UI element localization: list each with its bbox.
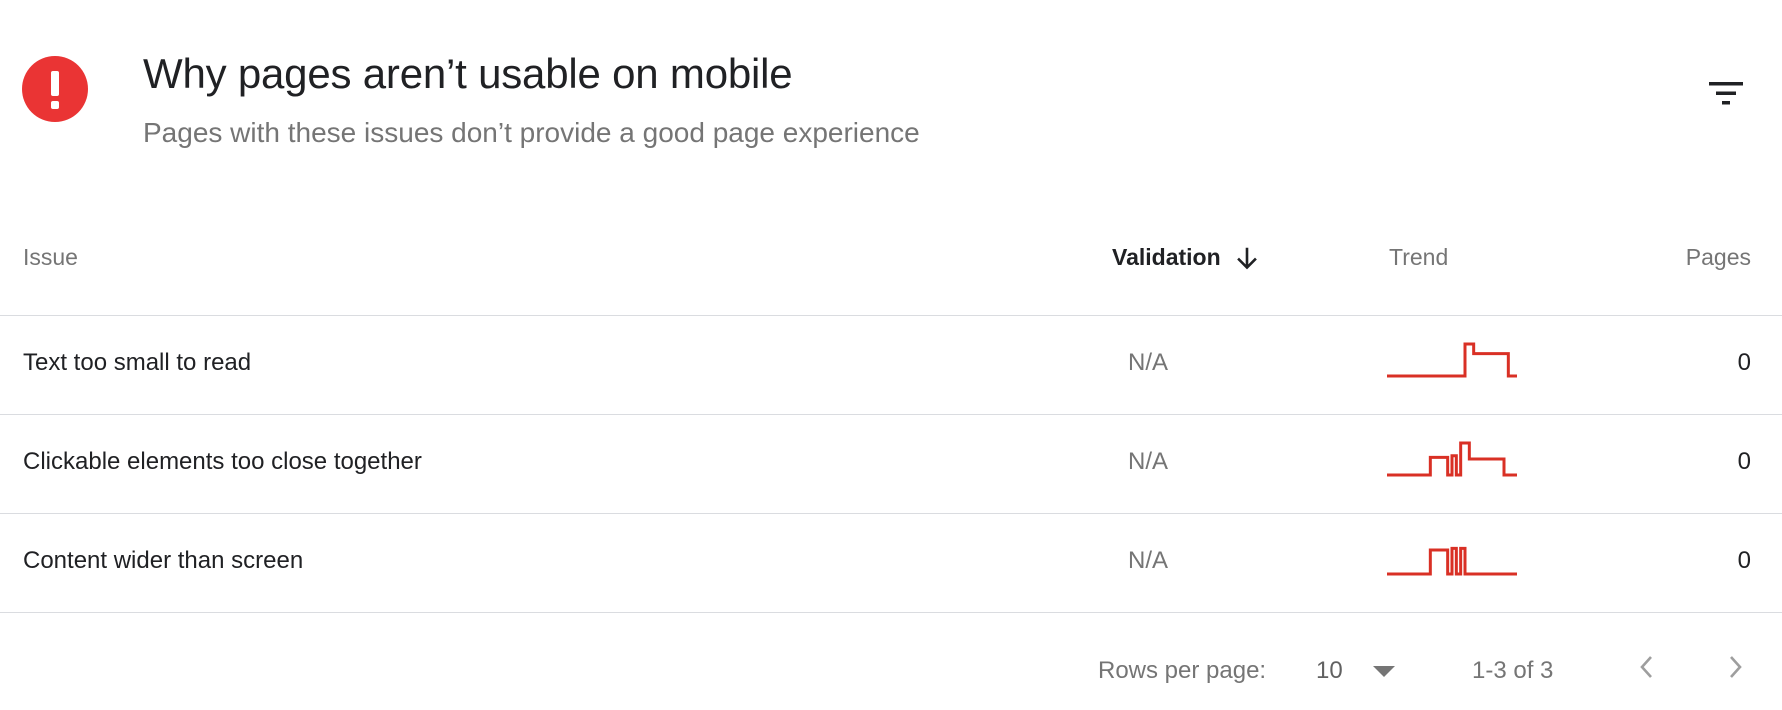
column-header-trend: Trend — [1389, 244, 1449, 270]
pages-count: 0 — [1737, 448, 1751, 475]
column-header-pages[interactable]: Pages — [1686, 244, 1751, 271]
table-row[interactable]: Text too small to read N/A 0 — [0, 316, 1782, 414]
pagination-range: 1-3 of 3 — [1472, 657, 1554, 684]
mobile-usability-issues-card: Why pages aren’t usable on mobile Pages … — [0, 0, 1782, 710]
chevron-right-icon — [1730, 656, 1742, 678]
error-exclamation-icon — [22, 56, 88, 122]
issue-name: Text too small to read — [23, 349, 252, 376]
table-row[interactable]: Clickable elements too close together N/… — [0, 415, 1782, 513]
issue-name: Clickable elements too close together — [23, 448, 422, 475]
table-row[interactable]: Content wider than screen N/A 0 — [0, 514, 1782, 612]
filter-icon — [1709, 82, 1743, 105]
column-header-issue[interactable]: Issue — [23, 244, 78, 271]
page-subtitle: Pages with these issues don’t provide a … — [143, 117, 920, 148]
next-page-button[interactable] — [1720, 652, 1750, 682]
chevron-left-icon — [1640, 656, 1652, 678]
rows-per-page-select[interactable]: 10 — [1316, 657, 1343, 685]
rows-per-page-label: Rows per page: — [1098, 657, 1267, 684]
previous-page-button[interactable] — [1632, 652, 1662, 682]
pages-count: 0 — [1737, 349, 1751, 376]
pages-count: 0 — [1737, 547, 1751, 574]
trend-sparkline — [1387, 342, 1517, 378]
arrow-down-icon[interactable] — [1234, 246, 1260, 272]
page-title: Why pages aren’t usable on mobile — [143, 50, 793, 97]
issue-name: Content wider than screen — [23, 547, 304, 574]
validation-status: N/A — [1128, 448, 1169, 475]
trend-line — [1387, 441, 1517, 477]
trend-sparkline — [1387, 546, 1517, 576]
trend-line — [1387, 546, 1517, 576]
filter-button[interactable] — [1706, 76, 1746, 112]
table-bottom-divider — [0, 612, 1782, 613]
dropdown-caret-icon[interactable] — [1372, 663, 1396, 679]
validation-status: N/A — [1128, 349, 1169, 376]
column-header-validation[interactable]: Validation — [1112, 244, 1221, 271]
trend-line — [1387, 342, 1517, 378]
trend-sparkline — [1387, 441, 1517, 477]
validation-status: N/A — [1128, 547, 1169, 574]
